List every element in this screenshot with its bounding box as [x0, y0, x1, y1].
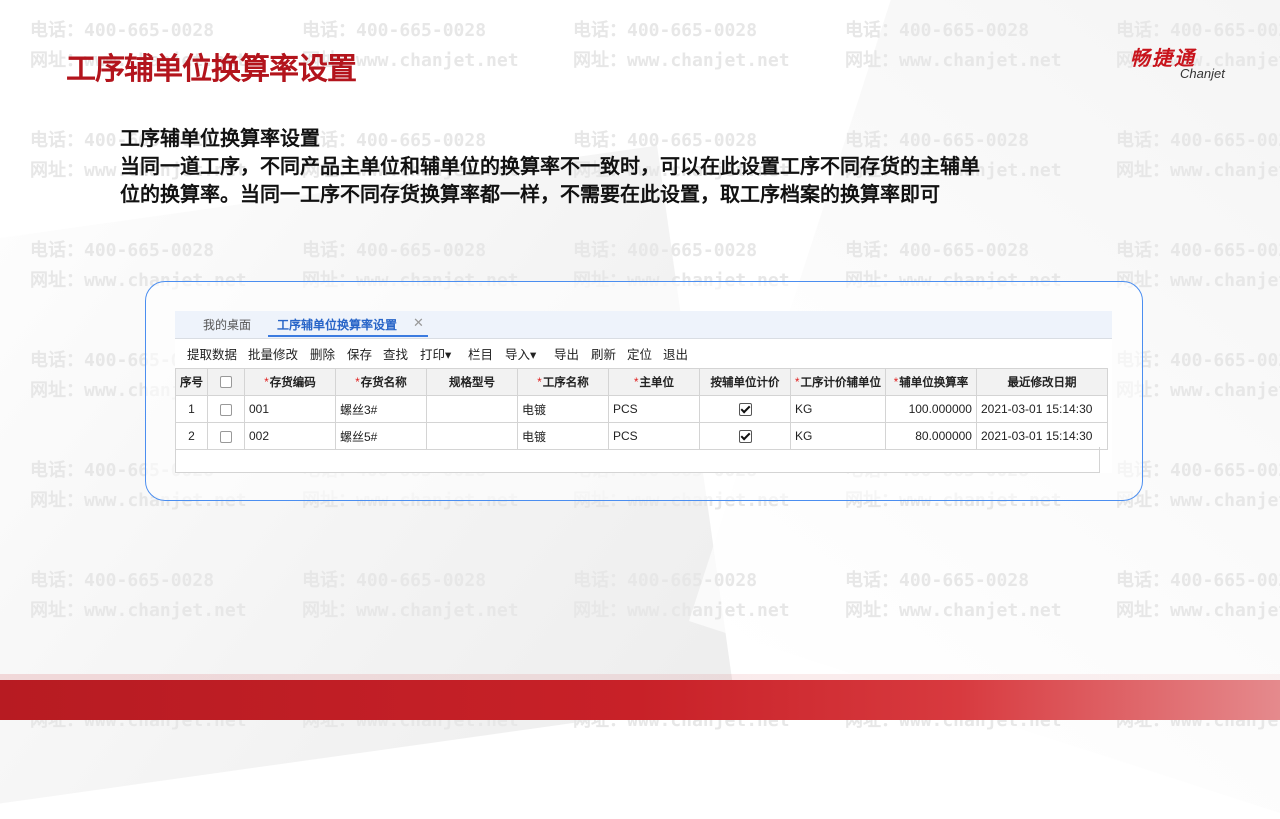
- batch-edit-button[interactable]: 批量修改: [248, 344, 298, 363]
- col-header-name-label: 存货名称: [360, 377, 407, 389]
- col-header-process[interactable]: *工序名称: [517, 368, 609, 396]
- export-button[interactable]: 导出: [554, 344, 579, 363]
- columns-button[interactable]: 栏目: [468, 344, 493, 363]
- cell-spec[interactable]: [426, 422, 518, 450]
- price-by-aux-checkbox[interactable]: [738, 430, 752, 444]
- col-header-modified[interactable]: 最近修改日期: [975, 368, 1108, 396]
- required-mark: *: [537, 377, 542, 389]
- active-tab-indicator: [268, 335, 428, 337]
- tab-process-aux-rate[interactable]: 工序辅单位换算率设置: [277, 316, 397, 333]
- cell-code[interactable]: 002: [244, 422, 336, 450]
- col-header-price-by-aux[interactable]: 按辅单位计价: [699, 368, 791, 396]
- cell-unit[interactable]: PCS: [608, 395, 700, 423]
- cell-unit[interactable]: PCS: [608, 422, 700, 450]
- required-mark: *: [355, 377, 360, 389]
- cell-process[interactable]: 电镀: [517, 422, 609, 450]
- tab-bar: 我的桌面 工序辅单位换算率设置 ✕: [175, 311, 1112, 339]
- required-mark: *: [795, 377, 800, 389]
- table-row[interactable]: 2 002 螺丝5# 电镀 PCS KG 80.000000 2021-03-0…: [175, 422, 1108, 450]
- cell-modified: 2021-03-01 15:14:30: [975, 395, 1108, 423]
- col-header-name[interactable]: *存货名称: [335, 368, 427, 396]
- cell-rate[interactable]: 80.000000: [884, 422, 977, 450]
- cell-price-by-aux[interactable]: [699, 395, 791, 423]
- col-header-process-label: 工序名称: [542, 377, 589, 389]
- col-header-unit[interactable]: *主单位: [608, 368, 700, 396]
- cell-select[interactable]: [207, 422, 245, 450]
- chanjet-logo: 畅捷通 Chanjet: [1130, 42, 1250, 82]
- logo-english-text: Chanjet: [1180, 66, 1225, 81]
- col-header-process-aux-unit-label: 工序计价辅单位: [800, 377, 881, 389]
- cell-price-by-aux[interactable]: [699, 422, 791, 450]
- toolbar: 提取数据 批量修改 删除 保存 查找 打印▾ 栏目 导入▾ 导出 刷新 定位 退…: [175, 341, 1112, 365]
- watermark-text: 电话：400-665-0028 网址：www.chanjet.net: [573, 16, 790, 76]
- cell-rate[interactable]: 100.000000: [884, 395, 977, 423]
- chevron-down-icon: ▾: [445, 348, 452, 362]
- cell-seq: 2: [175, 422, 208, 450]
- cell-name[interactable]: 螺丝5#: [335, 422, 427, 450]
- grid-header-row: 序号 *存货编码 *存货名称 规格型号 *工序名称 *主单位 按辅单位计价 *工…: [175, 368, 1108, 396]
- row-checkbox[interactable]: [220, 430, 232, 443]
- watermark-site: 网址：www.chanjet.net: [573, 50, 790, 71]
- description-line-1: 当同一道工序，不同产品主单位和辅单位的换算率不一致时，可以在此设置工序不同存货的…: [120, 154, 980, 178]
- refresh-button[interactable]: 刷新: [591, 344, 616, 363]
- close-icon[interactable]: ✕: [413, 315, 424, 331]
- fetch-data-button[interactable]: 提取数据: [187, 344, 237, 363]
- cell-spec[interactable]: [426, 395, 518, 423]
- price-by-aux-checkbox[interactable]: [738, 403, 752, 417]
- bottom-red-band: [0, 674, 1280, 720]
- grid-empty-area: [175, 447, 1100, 473]
- col-header-seq[interactable]: 序号: [175, 368, 208, 396]
- print-label: 打印: [420, 348, 446, 362]
- tab-my-desktop[interactable]: 我的桌面: [203, 316, 251, 333]
- page-title: 工序辅单位换算率设置: [66, 52, 357, 87]
- col-header-select-all[interactable]: [207, 368, 245, 396]
- table-row[interactable]: 1 001 螺丝3# 电镀 PCS KG 100.000000 2021-03-…: [175, 395, 1108, 423]
- col-header-rate-label: 辅单位换算率: [899, 377, 969, 389]
- col-header-spec[interactable]: 规格型号: [426, 368, 518, 396]
- col-header-process-aux-unit[interactable]: *工序计价辅单位: [790, 368, 886, 396]
- col-header-code[interactable]: *存货编码: [244, 368, 336, 396]
- cell-process[interactable]: 电镀: [517, 395, 609, 423]
- app-window: 我的桌面 工序辅单位换算率设置 ✕ 提取数据 批量修改 删除 保存 查找 打印▾…: [175, 311, 1112, 473]
- delete-button[interactable]: 删除: [310, 344, 335, 363]
- cell-seq: 1: [175, 395, 208, 423]
- print-button[interactable]: 打印▾: [420, 344, 451, 363]
- save-button[interactable]: 保存: [347, 344, 372, 363]
- description-heading: 工序辅单位换算率设置: [120, 126, 320, 150]
- cell-modified: 2021-03-01 15:14:30: [975, 422, 1108, 450]
- col-header-rate[interactable]: *辅单位换算率: [884, 368, 977, 396]
- watermark-phone: 电话：400-665-0028: [30, 20, 215, 41]
- cell-name[interactable]: 螺丝3#: [335, 395, 427, 423]
- row-checkbox[interactable]: [220, 403, 232, 416]
- watermark-phone: 电话：400-665-0028: [302, 20, 487, 41]
- find-button[interactable]: 查找: [383, 344, 408, 363]
- cell-process-aux-unit[interactable]: KG: [790, 422, 886, 450]
- chevron-down-icon: ▾: [530, 348, 537, 362]
- cell-process-aux-unit[interactable]: KG: [790, 395, 886, 423]
- import-label: 导入: [505, 348, 531, 362]
- watermark-phone: 电话：400-665-0028: [573, 20, 758, 41]
- data-grid: 序号 *存货编码 *存货名称 规格型号 *工序名称 *主单位 按辅单位计价 *工…: [175, 368, 1108, 450]
- required-mark: *: [634, 377, 639, 389]
- import-button[interactable]: 导入▾: [505, 344, 536, 363]
- locate-button[interactable]: 定位: [627, 344, 652, 363]
- col-header-code-label: 存货编码: [269, 377, 316, 389]
- cell-code[interactable]: 001: [244, 395, 336, 423]
- required-mark: *: [264, 377, 269, 389]
- description-block: 工序辅单位换算率设置 当同一道工序，不同产品主单位和辅单位的换算率不一致时，可以…: [120, 124, 1170, 208]
- required-mark: *: [893, 377, 899, 389]
- col-header-unit-label: 主单位: [639, 377, 674, 389]
- exit-button[interactable]: 退出: [663, 344, 688, 363]
- cell-select[interactable]: [207, 395, 245, 423]
- description-line-2: 位的换算率。当同一工序不同存货换算率都一样，不需要在此设置，取工序档案的换算率即…: [120, 182, 940, 206]
- select-all-checkbox[interactable]: [220, 375, 232, 388]
